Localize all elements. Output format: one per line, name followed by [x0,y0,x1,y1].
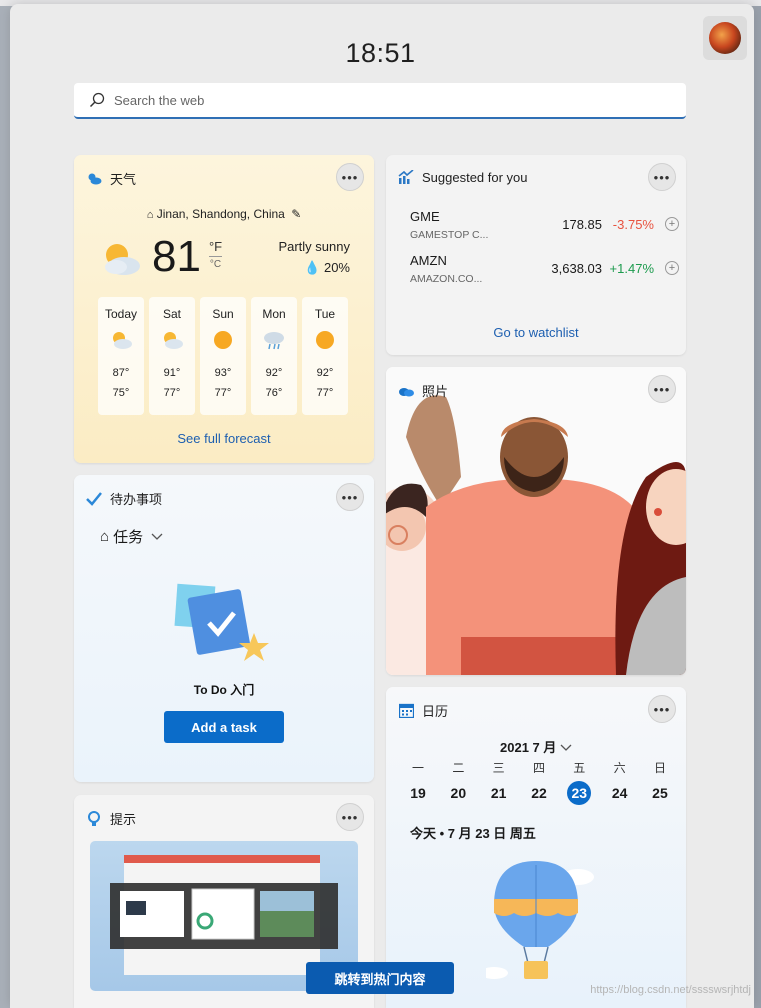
search-box[interactable]: Search the web [74,83,686,119]
checkmark-icon [86,491,102,507]
todo-more-button[interactable]: ••• [336,483,364,511]
sunny-icon [214,331,232,349]
calendar-more-button[interactable]: ••• [648,695,676,723]
chevron-down-icon [151,533,163,540]
add-task-button[interactable]: Add a task [164,711,284,743]
todo-card[interactable]: 待办事项 ••• ⌂ 任务 To Do 入门 Add a task [74,475,374,782]
rain-icon [264,332,284,350]
go-to-watchlist-link[interactable]: Go to watchlist [386,325,686,340]
profile-avatar-button[interactable] [703,16,747,60]
calendar-card-title: 日历 [422,704,449,719]
forecast-day[interactable]: Tue 92° 77° [302,297,348,415]
jump-to-trending-button[interactable]: 跳转到热门内容 [306,962,454,994]
today-date-line: 今天 • 7 月 23 日 周五 [410,826,536,841]
photos-illustration [386,367,686,675]
lightbulb-icon [86,810,102,827]
suggested-card-title: Suggested for you [422,169,528,185]
forecast-day[interactable]: Mon 92° 76° [251,297,297,415]
todo-intro-title: To Do 入门 [193,683,255,697]
todo-illustration [174,583,269,661]
photos-more-button[interactable]: ••• [648,375,676,403]
tips-more-button[interactable]: ••• [336,803,364,831]
add-to-watchlist-icon[interactable]: + [665,217,679,231]
stock-row[interactable]: GME GAMESTOP C... 178.85 -3.75% + [410,209,679,249]
weekday-header: 一 二 三 四 五 六 日 [411,761,666,775]
chart-trend-icon [398,169,414,185]
sunny-icon [316,331,334,349]
suggested-more-button[interactable]: ••• [648,163,676,191]
suggested-stocks-card[interactable]: Suggested for you ••• GME GAMESTOP C... … [386,155,686,355]
date-cell[interactable]: 19 [398,781,438,805]
week-dates: 19 20 21 22 23 24 25 [398,781,680,805]
weather-card-title: 天气 [110,172,137,187]
date-cell[interactable]: 21 [479,781,519,805]
date-cell[interactable]: 20 [438,781,478,805]
raindrop-icon: 💧 [304,260,321,275]
forecast-day[interactable]: Sun 93° 77° [200,297,246,415]
forecast-days: Today 87° 75° Sat 91° 77° Sun 93° 77° Mo… [98,297,348,415]
weather-condition: Partly sunny 💧 20% [278,239,350,275]
date-cell[interactable]: 24 [600,781,640,805]
calendar-card[interactable]: 日历 ••• 2021 7 月 一 二 三 四 五 六 日 19 20 21 2… [386,687,686,1008]
photos-card[interactable]: 照片 ••• [386,367,686,675]
clock-time: 18:51 [345,38,416,68]
home-icon: ⌂ [146,209,154,221]
current-temperature: 81 [152,232,201,281]
date-cell-today[interactable]: 23 [559,781,599,805]
weather-card-header: 天气 [86,169,136,188]
chevron-down-icon [560,744,572,751]
unit-toggle[interactable]: °F °C [208,239,223,270]
avatar [709,22,741,54]
photos-card-title: 照片 [422,384,449,399]
date-cell[interactable]: 22 [519,781,559,805]
hot-air-balloon-illustration [486,861,594,979]
forecast-day[interactable]: Today 87° 75° [98,297,144,415]
forecast-day[interactable]: Sat 91° 77° [149,297,195,415]
weather-app-icon [86,171,102,187]
weather-location[interactable]: ⌂ Jinan, Shandong, China ✎ [74,207,374,221]
month-selector[interactable]: 2021 7 月 [386,737,686,756]
edit-pencil-icon[interactable]: ✎ [291,207,301,221]
add-to-watchlist-icon[interactable]: + [665,261,679,275]
todo-list-selector[interactable]: ⌂ 任务 [100,526,163,547]
see-full-forecast-link[interactable]: See full forecast [74,431,374,446]
partly-cloudy-icon [164,332,183,349]
weather-more-button[interactable]: ••• [336,163,364,191]
partly-cloudy-icon [105,244,140,275]
search-input[interactable]: Search the web [114,93,204,108]
home-icon: ⌂ [100,528,110,545]
search-icon [89,92,105,108]
weather-card[interactable]: 天气 ••• ⌂ Jinan, Shandong, China ✎ 81 °F … [74,155,374,463]
onedrive-cloud-icon [398,383,414,399]
tips-card-title: 提示 [110,812,137,827]
calendar-icon [398,703,414,719]
date-cell[interactable]: 25 [640,781,680,805]
todo-card-title: 待办事项 [110,492,163,507]
watermark-text: https://blog.csdn.net/sssswsrjhtdj [590,984,751,996]
partly-cloudy-icon [113,332,132,349]
stock-row[interactable]: AMZN AMAZON.CO... 3,638.03 +1.47% + [410,253,679,293]
